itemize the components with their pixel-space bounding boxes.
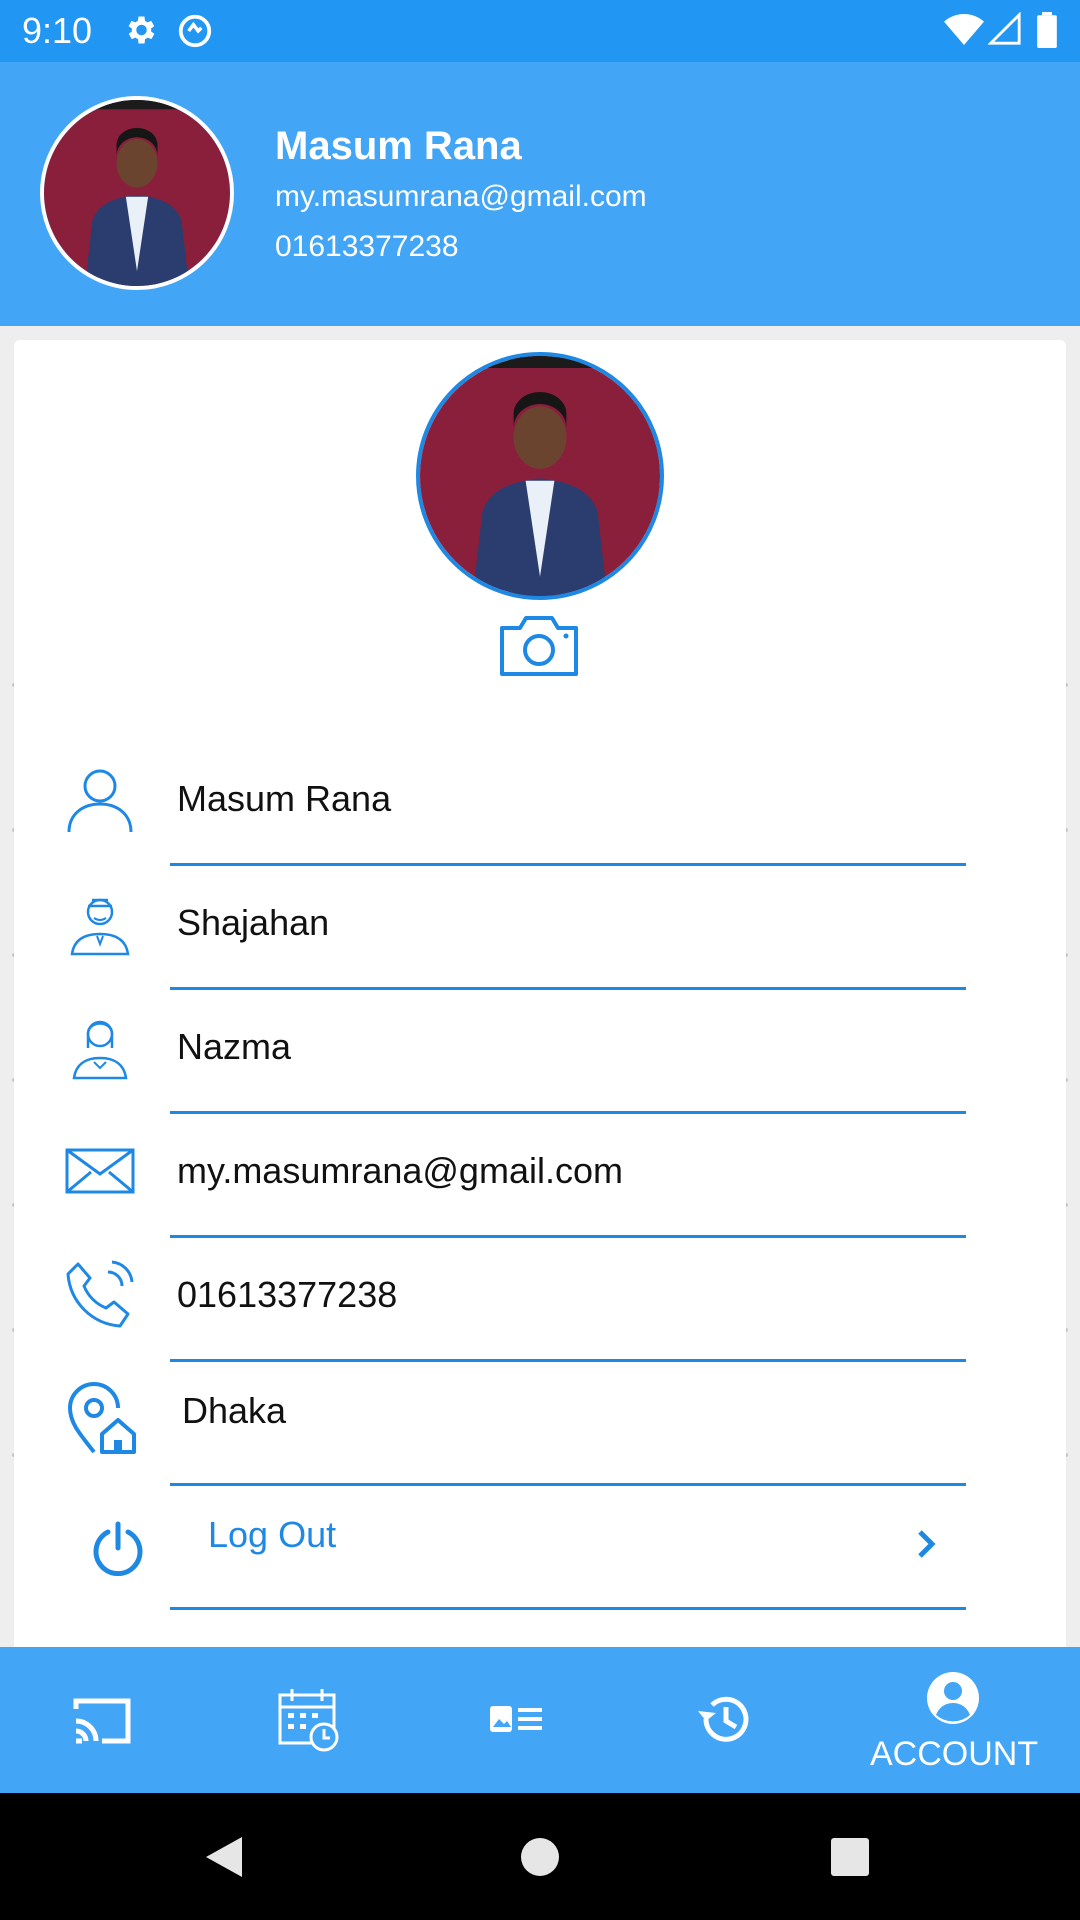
cast-icon[interactable] xyxy=(72,1695,132,1747)
nav-account-label[interactable]: ACCOUNT xyxy=(870,1735,1038,1774)
calendar-schedule-icon[interactable] xyxy=(276,1687,342,1753)
field-row-location[interactable]: Dhaka xyxy=(14,1362,1066,1486)
field-row-mother[interactable]: Nazma xyxy=(14,990,1066,1114)
header-name: Masum Rana xyxy=(275,124,522,168)
email-field[interactable]: my.masumrana@gmail.com xyxy=(177,1150,623,1192)
account-icon[interactable] xyxy=(926,1671,980,1725)
profile-header: Masum Rana my.masumrana@gmail.com 016133… xyxy=(0,62,1080,326)
father-name-field[interactable]: Shajahan xyxy=(177,902,329,944)
sync-icon xyxy=(178,14,212,48)
mother-name-field[interactable]: Nazma xyxy=(177,1026,291,1068)
location-field[interactable]: Dhaka xyxy=(182,1390,286,1432)
status-time: 9:10 xyxy=(22,10,93,51)
bottom-navigation: ACCOUNT xyxy=(0,1647,1080,1793)
field-row-name[interactable]: Masum Rana xyxy=(14,742,1066,866)
field-row-phone[interactable]: 01613377238 xyxy=(14,1238,1066,1362)
profile-photo xyxy=(44,100,230,286)
camera-icon[interactable] xyxy=(498,612,580,678)
gallery-list-icon[interactable] xyxy=(488,1703,544,1737)
history-icon[interactable] xyxy=(694,1689,754,1749)
father-icon xyxy=(70,898,130,956)
home-icon[interactable] xyxy=(520,1837,560,1877)
settings-icon xyxy=(128,16,155,44)
field-row-father[interactable]: Shajahan xyxy=(14,866,1066,990)
signal-icon xyxy=(988,12,1021,45)
battery-icon xyxy=(1037,12,1057,48)
chevron-right-icon[interactable] xyxy=(914,1526,938,1562)
email-icon xyxy=(65,1148,135,1194)
phone-field[interactable]: 01613377238 xyxy=(177,1274,397,1316)
field-underline xyxy=(170,1607,966,1610)
wifi-icon xyxy=(944,14,984,45)
profile-photo-large xyxy=(420,356,660,596)
system-nav-bar xyxy=(0,1793,1080,1920)
logout-label[interactable]: Log Out xyxy=(208,1514,336,1556)
location-home-icon xyxy=(67,1382,136,1454)
back-icon[interactable] xyxy=(204,1835,244,1879)
header-email: my.masumrana@gmail.com xyxy=(275,180,647,213)
header-phone: 01613377238 xyxy=(275,230,459,263)
recents-icon[interactable] xyxy=(830,1837,870,1877)
profile-avatar[interactable] xyxy=(416,352,664,600)
phone-icon xyxy=(66,1260,134,1328)
person-icon xyxy=(67,769,133,833)
name-field[interactable]: Masum Rana xyxy=(177,778,391,820)
profile-card: Masum Rana Shajahan Nazma my.masumrana@g… xyxy=(14,340,1066,1650)
logout-button[interactable]: Log Out xyxy=(14,1486,1066,1610)
mother-icon xyxy=(72,1020,128,1080)
avatar[interactable] xyxy=(40,96,234,290)
power-icon xyxy=(93,1521,143,1576)
status-bar: 9:10 xyxy=(0,0,1080,62)
field-row-email[interactable]: my.masumrana@gmail.com xyxy=(14,1114,1066,1238)
